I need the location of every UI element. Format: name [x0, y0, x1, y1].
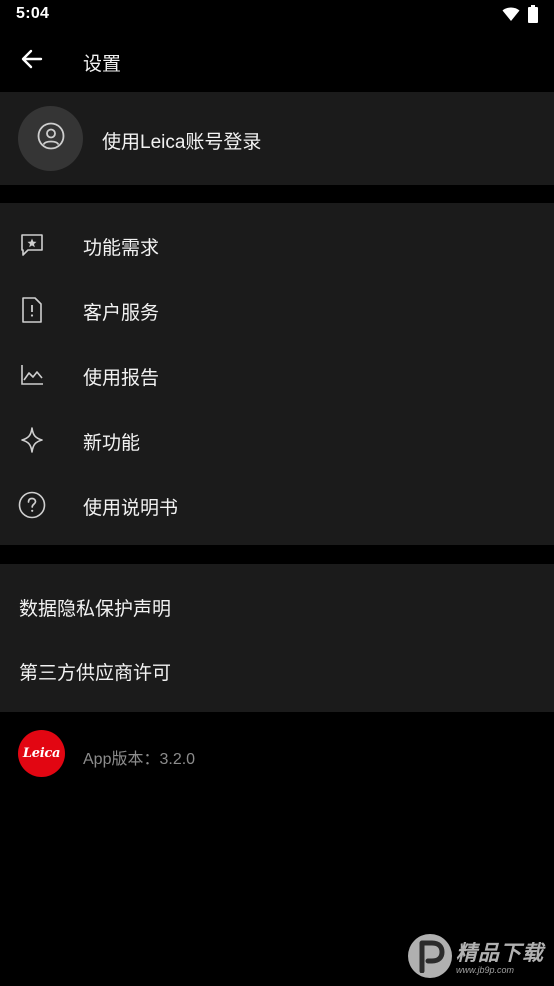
third-party-licenses-item[interactable]: 第三方供应商许可	[0, 638, 554, 702]
watermark-main: 精品下载	[456, 942, 544, 965]
service-alert-icon	[17, 296, 47, 324]
menu-label: 新功能	[83, 433, 141, 454]
menu-item-feature-request[interactable]: 功能需求	[0, 213, 554, 277]
legal-section: 数据隐私保护声明 第三方供应商许可	[0, 564, 554, 712]
menu-item-usage-report[interactable]: 使用报告	[0, 343, 554, 407]
watermark-text: 精品下载 www.jb9p.com	[456, 937, 544, 975]
wifi-icon	[502, 6, 520, 27]
menu-item-customer-service[interactable]: 客户服务	[0, 278, 554, 342]
settings-screen: 5:04 设置 使用Leica账号登录 功能需求 客户服务 使用报告 新功能 使…	[0, 0, 554, 986]
privacy-statement-item[interactable]: 数据隐私保护声明	[0, 574, 554, 638]
third-party-licenses-label: 第三方供应商许可	[19, 663, 172, 684]
watermark-logo-icon	[408, 934, 452, 978]
app-version: App版本：3.2.0	[83, 751, 196, 768]
back-button[interactable]	[14, 43, 50, 79]
help-circle-icon	[17, 491, 47, 519]
footer: Leica App版本：3.2.0	[0, 712, 554, 796]
menu-label: 功能需求	[83, 238, 160, 259]
menu-item-new-features[interactable]: 新功能	[0, 408, 554, 472]
page-title: 设置	[83, 54, 122, 75]
watermark-sub: www.jb9p.com	[456, 965, 515, 975]
menu-label: 使用说明书	[83, 498, 179, 519]
account-login-row[interactable]: 使用Leica账号登录	[0, 92, 554, 185]
user-circle-icon	[37, 122, 65, 155]
toolbar: 设置	[0, 30, 554, 92]
menu-item-user-manual[interactable]: 使用说明书	[0, 473, 554, 537]
feedback-star-icon	[17, 231, 47, 259]
account-login-label: 使用Leica账号登录	[102, 132, 262, 153]
leica-logo-text: Leica	[22, 746, 61, 761]
leica-logo: Leica	[18, 730, 65, 777]
menu-section: 功能需求 客户服务 使用报告 新功能 使用说明书	[0, 203, 554, 545]
status-bar: 5:04	[0, 0, 554, 30]
arrow-left-icon	[21, 49, 43, 74]
menu-label: 使用报告	[83, 368, 160, 389]
menu-label: 客户服务	[83, 303, 160, 324]
chart-line-icon	[17, 361, 47, 389]
privacy-statement-label: 数据隐私保护声明	[19, 599, 172, 620]
status-icons	[502, 5, 538, 28]
sparkle-icon	[17, 426, 47, 454]
watermark: 精品下载 www.jb9p.com	[408, 934, 544, 978]
battery-icon	[528, 5, 538, 28]
avatar	[18, 106, 83, 171]
status-time: 5:04	[16, 5, 50, 22]
